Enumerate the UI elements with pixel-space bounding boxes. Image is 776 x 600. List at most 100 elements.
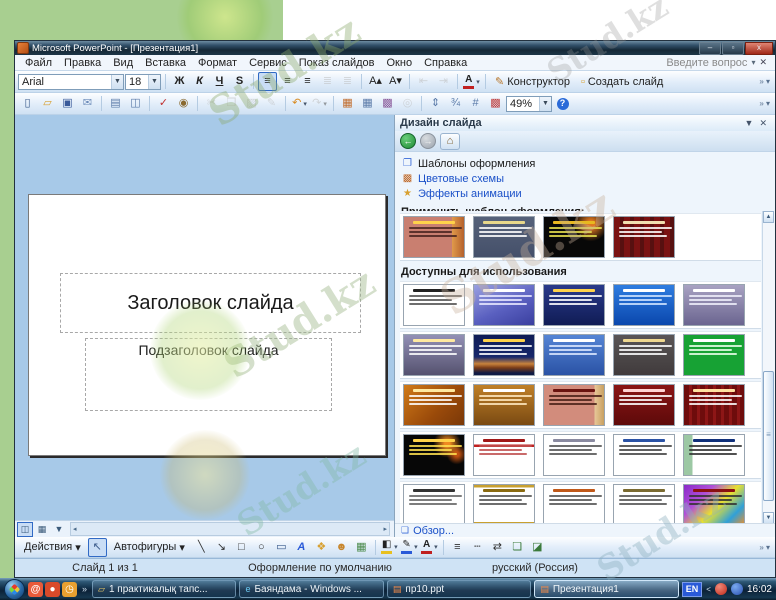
recent-template-3[interactable] — [543, 216, 605, 258]
template-thumbnail-17[interactable] — [473, 434, 535, 476]
toolbar-options[interactable]: » ▾ — [757, 537, 772, 557]
font-color-button[interactable]: A ▾ — [420, 538, 439, 557]
oval-button[interactable]: ○ — [252, 538, 271, 557]
subtitle-placeholder[interactable]: Подзаголовок слайда — [85, 338, 332, 411]
tray-chevron-icon[interactable]: < — [706, 585, 711, 594]
recent-template-4[interactable] — [613, 216, 675, 258]
menu-item-2[interactable]: Правка — [58, 56, 107, 70]
close-button[interactable]: x — [745, 41, 773, 55]
wordart-button[interactable]: A — [292, 538, 311, 557]
template-thumbnail-5[interactable] — [683, 284, 745, 326]
template-thumbnail-16[interactable] — [403, 434, 465, 476]
tray-status-icon[interactable] — [714, 583, 727, 595]
color-grayscale-button[interactable]: ▩ — [486, 94, 505, 113]
task-pane-header[interactable]: Дизайн слайда ▼ ✕ — [395, 115, 775, 131]
menu-item-5[interactable]: Формат — [192, 56, 243, 70]
show-formatting-button[interactable]: ¾ — [446, 94, 465, 113]
align-center-button[interactable]: ≡ — [278, 72, 297, 91]
template-thumbnail-9[interactable] — [613, 334, 675, 376]
scroll-right-icon[interactable]: ▸ — [383, 525, 387, 533]
template-thumbnail-22[interactable] — [473, 484, 535, 524]
menu-item-6[interactable]: Сервис — [243, 56, 293, 70]
quick-launch-mail-icon[interactable]: @ — [28, 581, 43, 597]
underline-button[interactable]: Ч — [210, 72, 229, 91]
print-preview-button[interactable]: ◫ — [126, 94, 145, 113]
task-pane-dropdown-icon[interactable]: ▼ — [742, 118, 757, 128]
ask-question-box[interactable]: Введите вопрос ▾ — [666, 57, 755, 69]
template-thumbnail-13[interactable] — [543, 384, 605, 426]
font-size-combo-dropdown-icon[interactable]: ▼ — [148, 74, 160, 89]
animation-schemes-link[interactable]: ★ Эффекты анимации — [401, 186, 769, 201]
dash-style-button[interactable]: ┄ — [468, 538, 487, 557]
new-document-button[interactable]: ▯ — [18, 94, 37, 113]
taskbar-ie-button[interactable]: e Баяндама - Windows ... — [239, 580, 384, 598]
template-thumbnail-19[interactable] — [613, 434, 675, 476]
diagram-button[interactable]: ❖ — [312, 538, 331, 557]
arrow-button[interactable]: ↘ — [212, 538, 231, 557]
menu-item-9[interactable]: Справка — [418, 56, 473, 70]
align-right-button[interactable]: ≡ — [298, 72, 317, 91]
spelling-button[interactable]: ✓ — [154, 94, 173, 113]
slide-canvas[interactable]: Заголовок слайда Подзаголовок слайда — [15, 115, 394, 520]
template-thumbnail-15[interactable] — [683, 384, 745, 426]
template-thumbnail-4[interactable] — [613, 284, 675, 326]
normal-view-button[interactable]: ◫ — [17, 521, 33, 537]
design-button[interactable]: ✎ Конструктор — [490, 73, 575, 90]
line-style-button[interactable]: ≡ — [448, 538, 467, 557]
3d-style-button[interactable]: ◪ — [528, 538, 547, 557]
close-document-icon[interactable]: ✕ — [755, 57, 771, 68]
toolbar-options[interactable]: » ▾ — [757, 93, 772, 114]
taskbar-presentation-button[interactable]: ▤ Презентация1 — [534, 580, 679, 598]
recent-template-1[interactable] — [403, 216, 465, 258]
template-thumbnail-14[interactable] — [613, 384, 675, 426]
home-button[interactable]: ⌂ — [440, 132, 460, 150]
help-button[interactable]: ? — [553, 94, 572, 113]
bold-button[interactable]: Ж — [170, 72, 189, 91]
template-thumbnail-18[interactable] — [543, 434, 605, 476]
task-pane-close-icon[interactable]: ✕ — [756, 118, 770, 129]
task-pane-scrollbar[interactable]: ▲ ▼ — [762, 211, 775, 524]
scroll-up-icon[interactable]: ▲ — [763, 211, 774, 223]
insert-chart-button[interactable]: ▦ — [338, 94, 357, 113]
menu-item-4[interactable]: Вставка — [139, 56, 192, 70]
undo-button[interactable]: ↶ ▾ — [290, 94, 309, 113]
shadow-button[interactable]: S — [230, 72, 249, 91]
slideshow-button[interactable]: ▼ — [51, 522, 67, 537]
italic-button[interactable]: К — [190, 72, 209, 91]
template-thumbnail-23[interactable] — [543, 484, 605, 524]
font-size-combo[interactable]: 18 ▼ — [125, 73, 161, 90]
start-button[interactable] — [4, 578, 25, 600]
text-box-button[interactable]: ▭ — [272, 538, 291, 557]
new-slide-button[interactable]: ▫ Создать слайд — [576, 74, 668, 90]
quick-launch-overflow-icon[interactable]: » — [80, 584, 89, 594]
template-thumbnail-2[interactable] — [473, 284, 535, 326]
autoshapes-menu[interactable]: Автофигуры ▾ — [108, 539, 191, 556]
draw-menu[interactable]: Действия ▾ — [18, 539, 87, 556]
quick-launch-clock-icon[interactable]: ◷ — [62, 581, 77, 597]
browse-link[interactable]: Обзор... — [413, 525, 454, 537]
title-placeholder[interactable]: Заголовок слайда — [60, 273, 361, 333]
menu-item-8[interactable]: Окно — [381, 56, 419, 70]
arrow-style-button[interactable]: ⇄ — [488, 538, 507, 557]
select-objects-button[interactable]: ↖ — [87, 537, 107, 557]
research-button[interactable]: ◉ — [174, 94, 193, 113]
clip-art-button[interactable]: ☻ — [332, 538, 351, 557]
template-thumbnail-10[interactable] — [683, 334, 745, 376]
mail-button[interactable]: ✉ — [78, 94, 97, 113]
toolbar-options[interactable]: » ▾ — [757, 71, 772, 92]
font-name-combo-dropdown-icon[interactable]: ▼ — [111, 74, 123, 89]
zoom-combo-dropdown-icon[interactable]: ▼ — [539, 96, 551, 111]
template-thumbnail-25[interactable] — [683, 484, 745, 524]
template-thumbnail-8[interactable] — [543, 334, 605, 376]
template-thumbnail-20[interactable] — [683, 434, 745, 476]
back-button[interactable]: ← — [400, 133, 416, 149]
menu-item-1[interactable]: Файл — [19, 56, 58, 70]
decrease-font-size-button[interactable]: A▾ — [386, 72, 405, 91]
expand-all-button[interactable]: ⇕ — [426, 94, 445, 113]
align-left-button[interactable]: ≡ — [258, 72, 277, 91]
template-thumbnail-24[interactable] — [613, 484, 675, 524]
grid-button[interactable]: # — [466, 94, 485, 113]
color-schemes-link[interactable]: ▩ Цветовые схемы — [401, 171, 769, 186]
print-button[interactable]: ▤ — [106, 94, 125, 113]
menu-item-3[interactable]: Вид — [107, 56, 139, 70]
